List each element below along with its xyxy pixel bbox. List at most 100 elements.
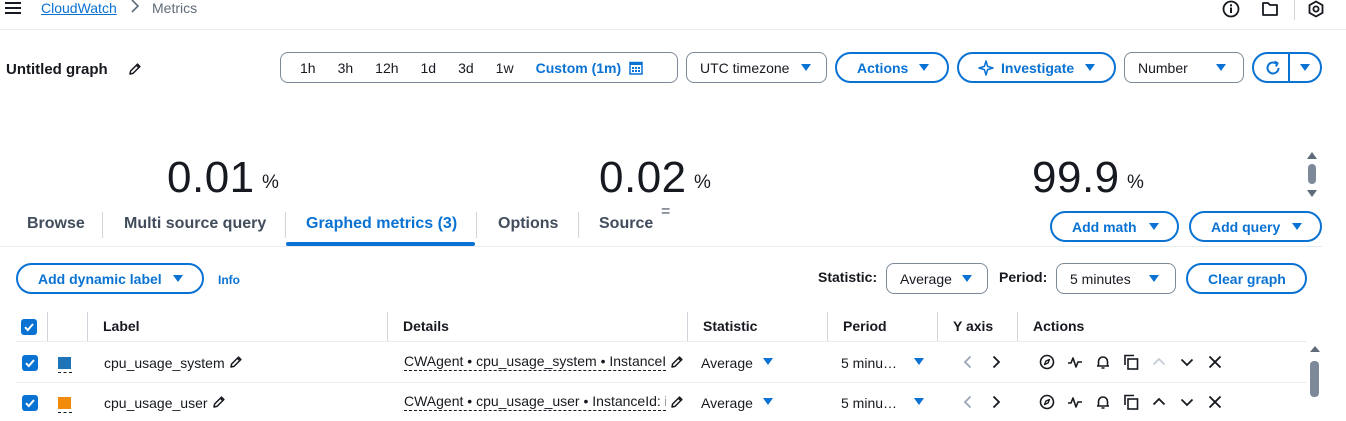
refresh-split-button <box>1252 52 1322 83</box>
graph-title: Untitled graph <box>6 61 108 78</box>
move-down-icon[interactable] <box>1179 394 1195 410</box>
range-3h[interactable]: 3h <box>327 60 365 76</box>
row-statistic[interactable]: Average <box>701 395 753 411</box>
row-period[interactable]: 5 minu… <box>841 395 897 411</box>
move-left-axis-icon[interactable] <box>960 394 976 410</box>
statistic-chevron-down-icon[interactable] <box>763 398 773 405</box>
row-details[interactable]: CWAgent • cpu_usage_user • InstanceId: i <box>404 393 666 411</box>
statistic-chevron-down-icon[interactable] <box>763 358 773 365</box>
range-12h[interactable]: 12h <box>364 60 409 76</box>
refresh-icon[interactable] <box>1264 59 1282 80</box>
column-header-statistic[interactable]: Statistic <box>703 318 757 334</box>
range-3d[interactable]: 3d <box>447 60 485 76</box>
bell-alarm-icon[interactable] <box>1095 354 1111 370</box>
investigate-button[interactable]: Investigate <box>957 52 1116 83</box>
column-header-label[interactable]: Label <box>103 318 140 334</box>
column-separator <box>937 312 938 341</box>
add-dynamic-label-button[interactable]: Add dynamic label <box>16 263 204 294</box>
move-down-icon[interactable] <box>1179 354 1195 370</box>
range-1w[interactable]: 1w <box>485 60 525 76</box>
move-right-axis-icon[interactable] <box>988 394 1004 410</box>
row-statistic[interactable]: Average <box>701 355 753 371</box>
move-right-axis-icon[interactable] <box>988 354 1004 370</box>
edit-label-pencil-icon[interactable] <box>212 395 226 409</box>
edit-details-pencil-icon[interactable] <box>670 395 684 409</box>
row-checkbox[interactable] <box>22 355 38 371</box>
edit-details-pencil-icon[interactable] <box>670 355 684 369</box>
chevron-down-icon <box>801 64 811 71</box>
refresh-options-chevron-icon[interactable] <box>1300 64 1310 71</box>
anomaly-detection-icon[interactable] <box>1067 354 1083 370</box>
duplicate-icon[interactable] <box>1123 394 1139 410</box>
menu-icon[interactable] <box>5 2 21 16</box>
top-navigation-bar: CloudWatch Metrics <box>0 0 1346 30</box>
breadcrumb-cloudwatch-link[interactable]: CloudWatch <box>41 0 117 16</box>
edit-label-pencil-icon[interactable] <box>229 355 243 369</box>
column-header-y-axis[interactable]: Y axis <box>953 318 993 334</box>
view-type-select[interactable]: Number <box>1124 52 1244 83</box>
tab-multi-source-query[interactable]: Multi source query <box>124 215 266 233</box>
bell-alarm-icon[interactable] <box>1095 394 1111 410</box>
widget-scroll-up-arrow[interactable] <box>1307 152 1317 159</box>
period-chevron-down-icon[interactable] <box>914 358 924 365</box>
number-widget-value-1: 0.01 <box>167 153 255 202</box>
row-period[interactable]: 5 minu… <box>841 355 897 371</box>
tab-graphed-metrics[interactable]: Graphed metrics (3) <box>306 215 457 233</box>
compass-icon[interactable] <box>1039 354 1055 370</box>
column-header-details[interactable]: Details <box>403 318 449 334</box>
period-select[interactable]: 5 minutes <box>1056 263 1176 294</box>
period-chevron-down-icon[interactable] <box>914 398 924 405</box>
move-up-icon[interactable] <box>1151 354 1167 370</box>
series-color-swatch[interactable] <box>58 357 71 369</box>
info-link[interactable]: Info <box>218 273 240 287</box>
clear-graph-label: Clear graph <box>1208 270 1286 287</box>
table-scrollbar-thumb[interactable] <box>1310 361 1319 397</box>
number-widget-unit-3: % <box>1127 172 1144 193</box>
column-header-period[interactable]: Period <box>843 318 887 334</box>
duplicate-icon[interactable] <box>1123 354 1139 370</box>
tab-browse[interactable]: Browse <box>27 215 85 233</box>
tab-separator <box>476 212 477 238</box>
remove-icon[interactable] <box>1207 394 1223 410</box>
range-1h[interactable]: 1h <box>289 60 327 76</box>
time-range-selector: 1h 3h 12h 1d 3d 1w Custom (1m) <box>280 52 678 83</box>
tab-options[interactable]: Options <box>498 215 558 233</box>
column-separator <box>87 312 88 341</box>
calendar-icon[interactable] <box>629 61 643 75</box>
number-widget-unit-2: % <box>694 172 711 193</box>
series-color-swatch[interactable] <box>58 397 71 409</box>
edit-title-pencil-icon[interactable] <box>128 62 142 76</box>
add-query-button[interactable]: Add query <box>1189 211 1322 242</box>
widget-scrollbar-thumb[interactable] <box>1308 164 1316 184</box>
investigate-label: Investigate <box>1001 59 1075 76</box>
view-type-value: Number <box>1138 59 1188 76</box>
timezone-select[interactable]: UTC timezone <box>686 52 827 83</box>
range-1d[interactable]: 1d <box>410 60 448 76</box>
range-custom[interactable]: Custom (1m) <box>525 60 628 76</box>
column-header-actions: Actions <box>1033 318 1085 334</box>
settings-hex-icon[interactable] <box>1307 0 1325 18</box>
tab-source[interactable]: Source <box>599 215 653 233</box>
add-math-label: Add math <box>1072 218 1137 235</box>
statistic-select[interactable]: Average <box>886 263 988 294</box>
column-separator <box>1017 312 1018 341</box>
chevron-down-icon <box>919 64 929 71</box>
chevron-down-icon <box>1149 223 1159 230</box>
tab-separator <box>578 212 579 238</box>
folder-icon[interactable] <box>1261 0 1279 18</box>
select-all-checkbox[interactable] <box>21 319 37 335</box>
add-math-button[interactable]: Add math <box>1050 211 1179 242</box>
anomaly-detection-icon[interactable] <box>1067 394 1083 410</box>
row-checkbox[interactable] <box>22 395 38 411</box>
actions-button[interactable]: Actions <box>835 52 949 83</box>
clear-graph-button[interactable]: Clear graph <box>1186 263 1307 294</box>
table-scroll-up-arrow[interactable] <box>1310 346 1320 352</box>
row-details[interactable]: CWAgent • cpu_usage_system • InstanceId:… <box>404 353 666 371</box>
widget-scroll-down-arrow[interactable] <box>1307 190 1317 197</box>
move-up-icon[interactable] <box>1151 394 1167 410</box>
remove-icon[interactable] <box>1207 354 1223 370</box>
move-left-axis-icon[interactable] <box>960 354 976 370</box>
info-icon[interactable] <box>1222 0 1240 18</box>
compass-icon[interactable] <box>1039 394 1055 410</box>
period-value: 5 minutes <box>1070 270 1131 287</box>
